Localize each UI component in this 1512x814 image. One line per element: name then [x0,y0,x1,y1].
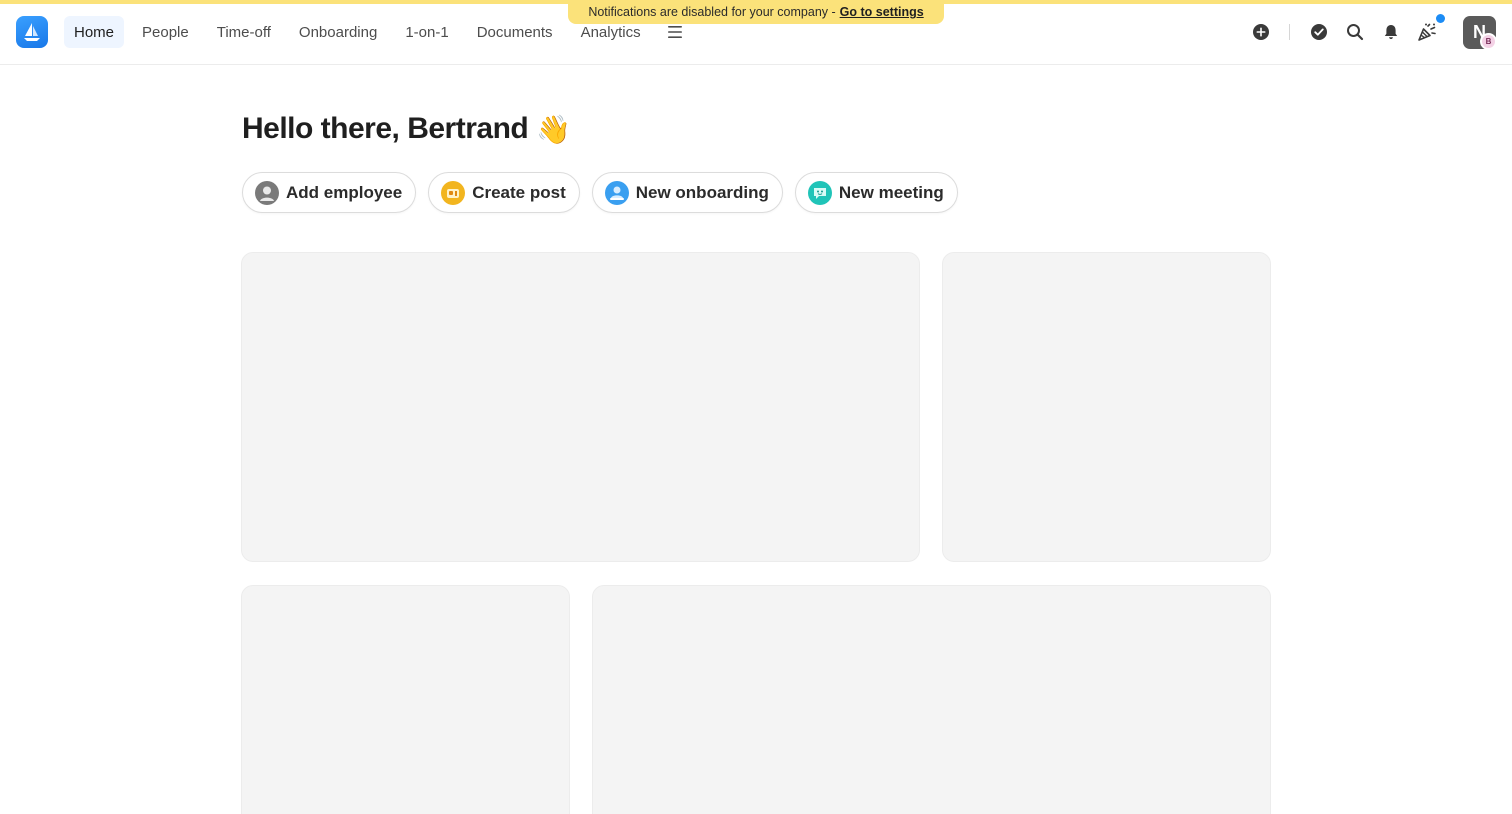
banner-text: Notifications are disabled for your comp… [588,5,836,19]
check-circle-icon [1311,24,1327,40]
nav-time-off[interactable]: Time-off [207,16,281,48]
new-meeting-label: New meeting [838,182,944,202]
notifications-banner: Notifications are disabled for your comp… [568,0,944,24]
go-to-settings-link[interactable]: Go to settings [840,5,924,19]
hamburger-menu-icon [667,26,682,38]
app-logo[interactable] [16,16,48,48]
mailbox-icon [441,180,466,205]
add-employee-button[interactable]: Add employee [242,172,417,213]
waving-hand-icon: 👋 [536,113,571,145]
plus-circle-icon [1253,24,1269,40]
create-button[interactable] [1245,16,1277,48]
create-post-button[interactable]: Create post [428,172,580,213]
new-updates-dot [1436,14,1445,23]
new-meeting-button[interactable]: New meeting [794,172,958,213]
search-icon [1347,24,1364,41]
meeting-icon [807,180,832,205]
nav-documents[interactable]: Documents [467,16,563,48]
nav-home[interactable]: Home [64,16,125,48]
sailboat-icon [24,23,40,41]
loading-card-4 [592,585,1271,814]
loading-card-2 [942,252,1271,562]
toolbar-divider [1289,24,1290,40]
greeting-text: Hello there, Bertrand [242,112,529,145]
loading-card-1 [241,252,920,562]
company-badge: B [1480,33,1497,50]
add-employee-label: Add employee [286,182,403,202]
onboarding-icon [604,180,629,205]
bell-icon [1384,25,1398,39]
nav-1-on-1[interactable]: 1-on-1 [395,16,458,48]
tasks-button[interactable] [1303,16,1335,48]
nav-people[interactable]: People [132,16,199,48]
search-button[interactable] [1339,16,1371,48]
page-greeting: Hello there, Bertrand 👋 [242,112,571,146]
new-onboarding-button[interactable]: New onboarding [591,172,783,213]
party-popper-icon [1418,23,1436,41]
new-onboarding-label: New onboarding [635,182,769,202]
quick-actions: Add employee Create post New onboarding [242,172,958,213]
create-post-label: Create post [472,182,566,202]
notifications-button[interactable] [1375,16,1407,48]
loading-card-3 [241,585,570,814]
nav-onboarding[interactable]: Onboarding [289,16,387,48]
person-icon [255,180,279,205]
